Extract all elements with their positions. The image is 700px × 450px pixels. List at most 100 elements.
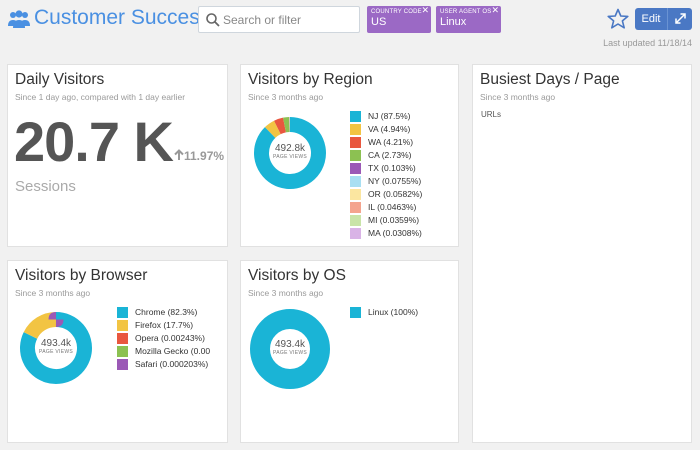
urls-column-header: URLs [481, 110, 502, 119]
card-subtitle: Since 3 months ago [248, 288, 324, 298]
card-subtitle: Since 3 months ago [248, 92, 324, 102]
donut-center-value: 493.4k [40, 338, 72, 349]
legend-item: CA (2.73%) [350, 149, 422, 162]
card-title: Visitors by OS [248, 267, 346, 284]
legend-label: MA (0.0308%) [368, 228, 422, 238]
card-title: Busiest Days / Page [480, 71, 620, 88]
header: Customer Success COUNTRY CODE US ✕ USER … [0, 0, 700, 58]
legend-item: Chrome (82.3%) [117, 306, 219, 319]
legend-item: Safari (0.000203%) [117, 358, 219, 371]
legend-swatch [350, 163, 361, 174]
legend-item: TX (0.103%) [350, 162, 422, 175]
legend-item: OR (0.0582%) [350, 188, 422, 201]
donut-center-label: PAGE VIEWS [38, 349, 74, 355]
legend-swatch [350, 150, 361, 161]
card-subtitle: Since 3 months ago [480, 92, 556, 102]
legend-item: NY (0.0755%) [350, 175, 422, 188]
search-icon [206, 13, 220, 27]
browser-legend: Chrome (82.3%) Firefox (17.7%) Opera (0.00… [117, 306, 219, 371]
daily-visitors-value: 20.7 K [14, 110, 174, 173]
legend-label: OR (0.0582%) [368, 189, 423, 199]
expand-button[interactable] [667, 8, 692, 30]
donut-slice [283, 117, 290, 133]
legend-label: TX (0.103%) [368, 163, 416, 173]
legend-label: NJ (87.5%) [368, 111, 411, 121]
filter-chip-value: Linux [440, 16, 467, 28]
card-title: Visitors by Region [248, 71, 373, 88]
legend-swatch [350, 176, 361, 187]
legend-swatch [350, 189, 361, 200]
legend-swatch [350, 215, 361, 226]
filter-chip-country-code[interactable]: COUNTRY CODE US ✕ [367, 6, 431, 33]
card-subtitle: Since 3 months ago [15, 288, 91, 298]
visitors-by-browser-card: Visitors by Browser Since 3 months ago 4… [7, 260, 228, 443]
legend-swatch [350, 124, 361, 135]
arrow-up-icon [174, 149, 184, 160]
daily-visitors-delta: 11.97% [174, 149, 224, 163]
legend-label: Safari (0.000203%) [135, 359, 209, 369]
visitors-by-os-card: Visitors by OS Since 3 months ago 493.4k… [240, 260, 459, 443]
legend-swatch [350, 228, 361, 239]
people-icon [8, 10, 30, 28]
legend-item: MA (0.0308%) [350, 227, 422, 240]
card-title: Daily Visitors [15, 71, 105, 88]
star-icon[interactable] [606, 8, 630, 30]
close-icon[interactable]: ✕ [421, 6, 429, 15]
legend-swatch [350, 202, 361, 213]
legend-item: Opera (0.00243%) [117, 332, 219, 345]
legend-label: Opera (0.00243%) [135, 333, 205, 343]
legend-swatch [117, 307, 128, 318]
legend-item: IL (0.0463%) [350, 201, 422, 214]
app-title: Customer Success [34, 6, 211, 29]
legend-label: IL (0.0463%) [368, 202, 417, 212]
legend-swatch [117, 346, 128, 357]
legend-item: NJ (87.5%) [350, 110, 422, 123]
donut-slice [23, 312, 57, 340]
expand-icon [675, 13, 686, 24]
card-subtitle: Since 1 day ago, compared with 1 day ear… [15, 92, 186, 102]
donut-center-label: PAGE VIEWS [272, 154, 308, 160]
legend-label: CA (2.73%) [368, 150, 412, 160]
legend-swatch [350, 307, 361, 318]
donut-center: 492.8k PAGE VIEWS [255, 143, 325, 160]
legend-swatch [350, 111, 361, 122]
filter-chip-key: COUNTRY CODE [371, 9, 422, 15]
legend-label: WA (4.21%) [368, 137, 414, 147]
search-input[interactable] [223, 11, 353, 29]
legend-swatch [117, 320, 128, 331]
donut-center-value: 492.8k [274, 143, 306, 154]
legend-item: WA (4.21%) [350, 136, 422, 149]
legend-label: Linux (100%) [368, 307, 419, 317]
legend-label: NY (0.0755%) [368, 176, 422, 186]
filter-chip-key: USER AGENT OS [440, 9, 492, 15]
legend-item: Linux (100%) [350, 306, 418, 319]
legend-label: Mozilla Gecko (0.00 [135, 346, 211, 356]
region-legend: NJ (87.5%) VA (4.94%) WA (4.21%) CA (2.73%)… [350, 110, 422, 240]
daily-visitors-card: Daily Visitors Since 1 day ago, compared… [7, 64, 228, 247]
donut-center: 493.4k PAGE VIEWS [21, 338, 91, 355]
legend-swatch [117, 359, 128, 370]
donut-center-value: 493.4k [274, 339, 306, 350]
donut-slice [264, 120, 281, 139]
legend-swatch [350, 137, 361, 148]
legend-label: MI (0.0359%) [368, 215, 420, 225]
legend-swatch [117, 333, 128, 344]
visitors-by-region-card: Visitors by Region Since 3 months ago 49… [240, 64, 459, 247]
filter-chip-user-agent-os[interactable]: USER AGENT OS Linux ✕ [436, 6, 501, 33]
search-box[interactable] [198, 6, 360, 33]
legend-label: Firefox (17.7%) [135, 320, 194, 330]
legend-item: MI (0.0359%) [350, 214, 422, 227]
legend-item: VA (4.94%) [350, 123, 422, 136]
card-title: Visitors by Browser [15, 267, 148, 284]
busiest-days-card: Busiest Days / Page Since 3 months ago U… [472, 64, 692, 443]
donut-slice [274, 117, 287, 135]
donut-center-label: PAGE VIEWS [272, 350, 308, 356]
legend-item: Mozilla Gecko (0.00 [117, 345, 219, 358]
filter-chip-value: US [371, 16, 387, 28]
edit-button[interactable]: Edit [635, 8, 667, 30]
last-updated: Last updated 11/18/14 [603, 38, 692, 48]
legend-label: Chrome (82.3%) [135, 307, 198, 317]
close-icon[interactable]: ✕ [491, 6, 499, 15]
delta-value: 11.97% [184, 149, 225, 163]
metric-label: Sessions [15, 178, 76, 195]
